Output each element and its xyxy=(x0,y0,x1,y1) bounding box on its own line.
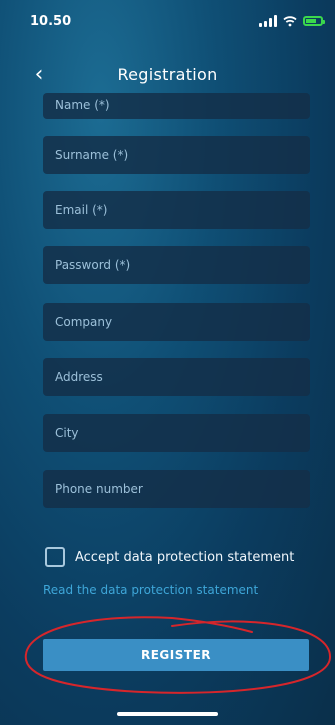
register-button[interactable]: REGISTER xyxy=(43,639,309,671)
battery-charging-icon xyxy=(303,16,325,26)
page-title: Registration xyxy=(117,64,218,84)
name-field[interactable] xyxy=(43,93,310,119)
status-time: 10.50 xyxy=(30,13,72,29)
surname-field[interactable] xyxy=(43,136,310,174)
read-data-protection-link[interactable]: Read the data protection statement xyxy=(43,583,258,597)
nav-header: ‹ Registration xyxy=(0,55,335,93)
city-field[interactable] xyxy=(43,414,310,452)
wifi-icon xyxy=(283,16,297,27)
accept-label: Accept data protection statement xyxy=(75,549,295,565)
accept-row: Accept data protection statement xyxy=(45,547,294,567)
phone-number-field[interactable] xyxy=(43,470,310,508)
signal-icon xyxy=(259,15,277,27)
home-indicator xyxy=(117,712,218,716)
address-field[interactable] xyxy=(43,358,310,396)
email-field[interactable] xyxy=(43,191,310,229)
status-bar: 10.50 xyxy=(0,0,335,42)
accept-checkbox[interactable] xyxy=(45,547,65,567)
company-field[interactable] xyxy=(43,303,310,341)
chevron-left-icon[interactable]: ‹ xyxy=(28,62,50,87)
status-icons xyxy=(259,15,325,27)
password-field[interactable] xyxy=(43,246,310,284)
